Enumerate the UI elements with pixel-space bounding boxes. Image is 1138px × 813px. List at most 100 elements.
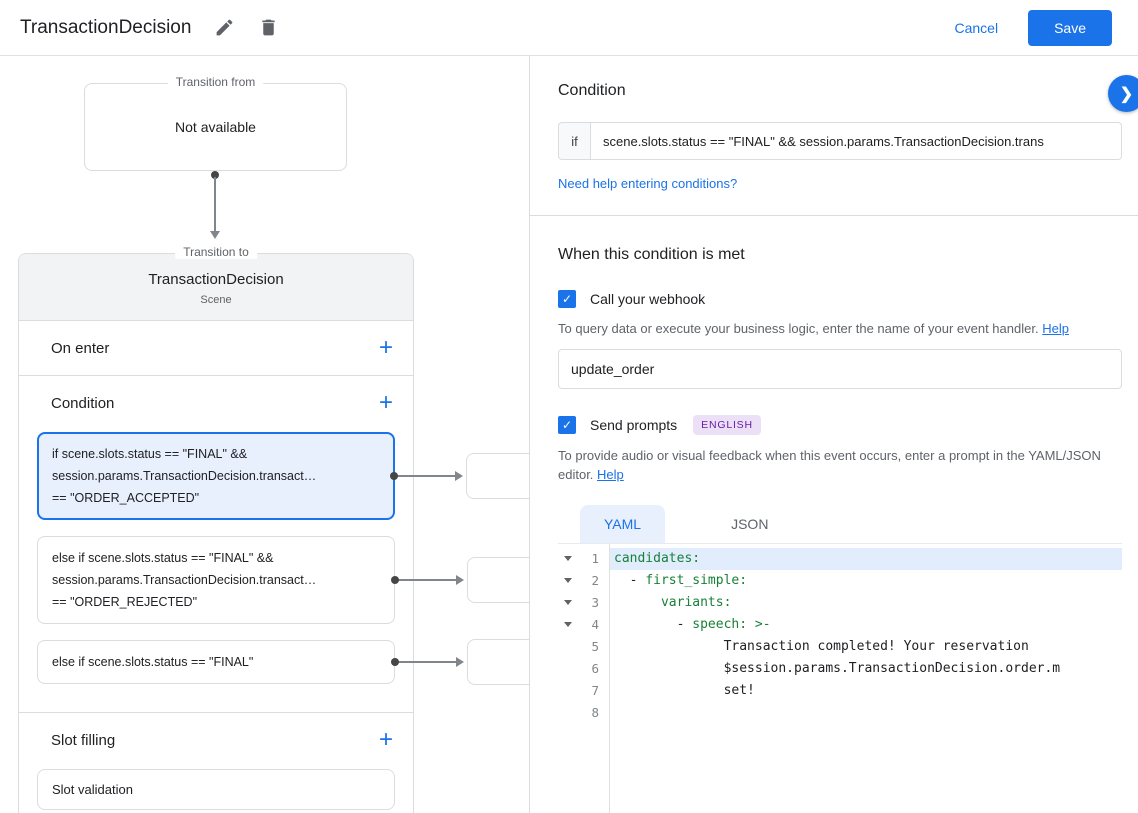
editor-code-area[interactable]: candidates: - first_simple: variants: - …: [610, 544, 1122, 813]
line-number: 6: [591, 661, 599, 677]
line-number: 1: [591, 551, 599, 567]
webhook-check-row: ✓ Call your webhook: [558, 290, 1110, 308]
code-line[interactable]: [610, 702, 1122, 724]
code-line[interactable]: - speech: >-: [610, 614, 1122, 636]
prompts-help-link[interactable]: Help: [597, 467, 624, 482]
gutter-row: 6: [558, 658, 609, 680]
arrow-right-icon: [455, 471, 463, 481]
if-chip: if: [558, 122, 590, 160]
gutter-row: 8: [558, 702, 609, 724]
chevron-right-icon: ❯: [1119, 85, 1134, 103]
language-badge: ENGLISH: [693, 414, 761, 435]
panel-title: Condition: [558, 82, 626, 99]
code-token: -: [614, 617, 693, 633]
fold-arrow-icon[interactable]: [564, 622, 572, 628]
code-line[interactable]: set!: [610, 680, 1122, 702]
transition-from-box[interactable]: Transition from Not available: [84, 75, 347, 171]
connector-line: [397, 475, 459, 477]
condition-panel: Condition ❯ if Need help entering condit…: [530, 56, 1138, 813]
add-slot-button[interactable]: +: [373, 727, 399, 753]
header-left: TransactionDecision: [20, 17, 279, 39]
transition-target-box[interactable]: [466, 453, 529, 499]
connector-line: [398, 661, 460, 663]
slot-validation-text: Slot validation: [52, 782, 133, 797]
save-button[interactable]: Save: [1028, 9, 1112, 46]
header: TransactionDecision Cancel Save: [0, 0, 1138, 56]
code-line[interactable]: $session.params.TransactionDecision.orde…: [610, 658, 1122, 680]
condition-item-text: if scene.slots.status == "FINAL" && sess…: [52, 447, 317, 505]
code-token: $session.params.TransactionDecision.orde…: [614, 661, 1061, 677]
editor-gutter: 1 2 3 4 5 6 7 8: [558, 543, 610, 813]
slot-validation-item[interactable]: Slot validation: [37, 769, 395, 810]
code-token: candidates:: [614, 551, 701, 567]
connector-dot[interactable]: [390, 472, 398, 480]
main-content: Transition from Not available Transition…: [0, 56, 1138, 813]
code-token: Transaction completed! Your reservation: [614, 639, 1029, 655]
line-number: 3: [591, 595, 599, 611]
condition-title: Condition: [51, 394, 115, 412]
flow-canvas[interactable]: Transition from Not available Transition…: [0, 56, 530, 813]
transition-target-box[interactable]: [467, 639, 529, 685]
check-icon: ✓: [561, 292, 573, 306]
edit-icon[interactable]: [213, 17, 235, 39]
prompts-description-text: To provide audio or visual feedback when…: [558, 447, 1101, 482]
transition-target-box[interactable]: [467, 557, 529, 603]
line-number: 7: [591, 683, 599, 699]
condition-item[interactable]: if scene.slots.status == "FINAL" && sess…: [37, 432, 529, 520]
line-number: 2: [591, 573, 599, 589]
on-enter-header: On enter +: [19, 321, 413, 375]
code-line[interactable]: candidates:: [610, 547, 1122, 570]
condition-item-text: else if scene.slots.status == "FINAL": [52, 655, 254, 669]
tab-yaml[interactable]: YAML: [580, 504, 666, 543]
condition-item[interactable]: else if scene.slots.status == "FINAL" &&…: [37, 536, 529, 624]
code-line[interactable]: - first_simple:: [610, 570, 1122, 592]
code-token: -: [614, 573, 646, 589]
condition-expression-input[interactable]: [590, 122, 1122, 160]
scene-card-header[interactable]: TransactionDecision Scene: [19, 254, 413, 321]
connector-line: [398, 579, 460, 581]
code-token: speech: >-: [692, 617, 771, 633]
transition-to-label: Transition to: [175, 245, 257, 259]
section-slot-filling: Slot filling + Slot validation: [19, 712, 413, 810]
code-line[interactable]: Transaction completed! Your reservation: [610, 636, 1122, 658]
yaml-editor[interactable]: 1 2 3 4 5 6 7 8 candidates: - first_simp…: [558, 543, 1122, 813]
code-line[interactable]: variants:: [610, 592, 1122, 614]
scene-title: TransactionDecision: [148, 271, 284, 288]
connector-dot[interactable]: [391, 576, 399, 584]
cancel-button[interactable]: Cancel: [954, 20, 998, 36]
scene-card[interactable]: Transition to TransactionDecision Scene …: [18, 245, 529, 813]
prompts-label: Send prompts: [590, 416, 678, 433]
line-number: 5: [591, 639, 599, 655]
fold-arrow-icon[interactable]: [564, 600, 572, 606]
transition-connector: [209, 171, 221, 239]
condition-item[interactable]: else if scene.slots.status == "FINAL": [37, 639, 529, 685]
tab-json[interactable]: JSON: [707, 505, 792, 543]
webhook-checkbox[interactable]: ✓: [558, 290, 576, 308]
add-on-enter-button[interactable]: +: [373, 335, 399, 361]
prompts-checkbox[interactable]: ✓: [558, 415, 576, 434]
condition-expression-row: if: [558, 122, 1122, 160]
condition-help-link[interactable]: Need help entering conditions?: [558, 176, 1110, 191]
add-condition-button[interactable]: +: [373, 390, 399, 416]
webhook-help-link[interactable]: Help: [1042, 321, 1069, 336]
gutter-row: 2: [558, 570, 609, 592]
line-number: 8: [591, 705, 599, 721]
connector-dot[interactable]: [391, 658, 399, 666]
fold-arrow-icon[interactable]: [564, 578, 572, 584]
gutter-row: 4: [558, 614, 609, 636]
editor-tabs: YAML JSON: [558, 504, 1122, 544]
collapse-panel-button[interactable]: ❯: [1108, 75, 1138, 112]
on-enter-title: On enter: [51, 339, 110, 357]
page-title: TransactionDecision: [20, 16, 192, 38]
gutter-row: 5: [558, 636, 609, 658]
arrow-down-icon: [210, 231, 220, 239]
section-condition: Condition + if scene.slots.status == "FI…: [19, 375, 529, 712]
webhook-name-input[interactable]: [558, 348, 1122, 389]
app-window: TransactionDecision Cancel Save Transiti…: [0, 0, 1138, 813]
delete-icon[interactable]: [257, 17, 279, 39]
code-token: set!: [614, 683, 755, 699]
gutter-row: 3: [558, 592, 609, 614]
fold-arrow-icon[interactable]: [564, 556, 572, 562]
when-met-title: When this condition is met: [558, 246, 745, 263]
